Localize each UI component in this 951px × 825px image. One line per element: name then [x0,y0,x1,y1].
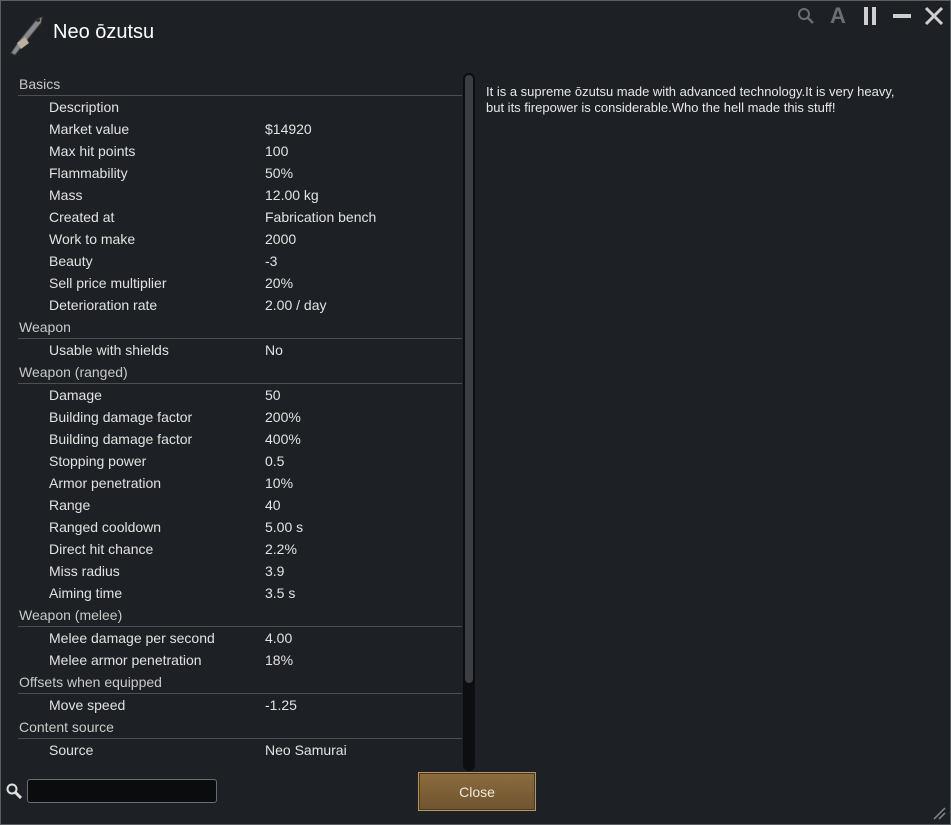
stat-row[interactable]: Usable with shields No [18,339,462,361]
stat-label: Move speed [49,697,126,713]
stat-value: -1.25 [265,697,297,713]
stat-label: Description [49,99,120,115]
stat-value: 10% [265,475,294,491]
section-header: Basics [18,73,462,96]
stat-row[interactable]: Stopping power 0.5 [18,450,462,472]
stat-label: Max hit points [49,143,136,159]
section-header: Weapon [18,316,462,339]
stat-row[interactable]: Building damage factor 400% [18,428,462,450]
minimize-icon[interactable] [892,6,912,26]
stat-value: 18% [265,652,294,668]
close-icon[interactable] [924,6,944,26]
stats-scrollbar[interactable] [463,73,475,771]
stat-label: Direct hit chance [49,541,154,557]
stat-value: 12.00 kg [265,187,319,203]
stat-label: Market value [49,121,130,137]
section-header: Offsets when equipped [18,671,462,694]
stat-row[interactable]: Damage 50 [18,384,462,406]
stat-row[interactable]: Market value $14920 [18,118,462,140]
stat-label: Work to make [49,231,136,247]
stat-value: 0.5 [265,453,285,469]
stat-value: 4.00 [265,630,293,646]
stat-row[interactable]: Work to make 2000 [18,228,462,250]
stat-row[interactable]: Ranged cooldown 5.00 s [18,516,462,538]
stat-row[interactable]: Sell price multiplier 20% [18,272,462,294]
stat-value: Fabrication bench [265,209,377,225]
window-title: Neo ōzutsu [53,21,155,43]
stat-row[interactable]: Armor penetration 10% [18,472,462,494]
pause-icon[interactable] [860,6,880,26]
stat-label: Created at [49,209,115,225]
stat-value: 20% [265,275,294,291]
stats-list[interactable]: Basics Description Market value $14920 Max h… [18,73,462,771]
stat-value: 3.5 s [265,585,296,601]
stat-label: Stopping power [49,453,147,469]
font-icon[interactable]: A [828,3,848,28]
stat-label: Deterioration rate [49,297,158,313]
stat-row[interactable]: Direct hit chance 2.2% [18,538,462,560]
stat-value: 50 [265,387,281,403]
section-header: Weapon (melee) [18,604,462,627]
stat-value: 2000 [265,231,297,247]
stat-value: Neo Samurai [265,742,347,758]
stat-label: Source [49,742,94,758]
section-header: Weapon (ranged) [18,361,462,384]
stat-row[interactable]: Deterioration rate 2.00 / day [18,294,462,316]
stat-value: 2.2% [265,541,297,557]
item-description: It is a supreme ōzutsu made with advance… [486,84,895,115]
stat-value: 50% [265,165,294,181]
stat-label: Armor penetration [49,475,162,491]
stat-value: 100 [265,143,289,159]
stat-label: Ranged cooldown [49,519,162,535]
stat-value: 3.9 [265,563,285,579]
stat-row[interactable]: Building damage factor 200% [18,406,462,428]
stat-row[interactable]: Source Neo Samurai [18,739,462,761]
stat-value: 2.00 / day [265,297,327,313]
stat-value: No [265,342,283,358]
stat-label: Usable with shields [49,342,169,358]
search-icon [6,783,23,800]
stat-row[interactable]: Move speed -1.25 [18,694,462,716]
stat-value: $14920 [265,121,312,137]
stat-row[interactable]: Mass 12.00 kg [18,184,462,206]
stat-label: Miss radius [49,563,120,579]
stat-label: Building damage factor [49,431,193,447]
search-icon[interactable] [796,6,816,26]
stat-label: Beauty [49,253,93,269]
search-input[interactable] [27,779,217,803]
stat-value: 40 [265,497,281,513]
section-header: Content source [18,716,462,739]
item-info-window: Neo ōzutsu A Basics Description Market val… [0,0,951,825]
stat-label: Melee armor penetration [49,652,202,668]
stat-row[interactable]: Beauty -3 [18,250,462,272]
stat-value: 200% [265,409,301,425]
stat-row[interactable]: Created at Fabrication bench [18,206,462,228]
scrollbar-thumb[interactable] [465,75,473,683]
stat-row[interactable]: Flammability 50% [18,162,462,184]
stat-label: Building damage factor [49,409,193,425]
stat-label: Aiming time [49,585,123,601]
resize-grip-icon[interactable] [932,806,946,820]
window-controls: A [796,3,944,28]
stat-value: 400% [265,431,301,447]
stat-row[interactable]: Melee armor penetration 18% [18,649,462,671]
stat-row[interactable]: Melee damage per second 4.00 [18,627,462,649]
stat-label: Range [49,497,91,513]
stat-row[interactable]: Max hit points 100 [18,140,462,162]
stat-row[interactable]: Miss radius 3.9 [18,560,462,582]
stat-row[interactable]: Range 40 [18,494,462,516]
stat-label: Sell price multiplier [49,275,167,291]
stat-label: Melee damage per second [49,630,215,646]
stat-value: 5.00 s [265,519,304,535]
stat-label: Damage [49,387,102,403]
stat-label: Flammability [49,165,128,181]
stat-label: Mass [49,187,83,203]
close-button[interactable]: Close [418,772,536,811]
stat-row[interactable]: Aiming time 3.5 s [18,582,462,604]
stat-row[interactable]: Description [18,96,462,118]
ozutsu-weapon-icon [7,13,45,57]
stat-value: -3 [265,253,278,269]
